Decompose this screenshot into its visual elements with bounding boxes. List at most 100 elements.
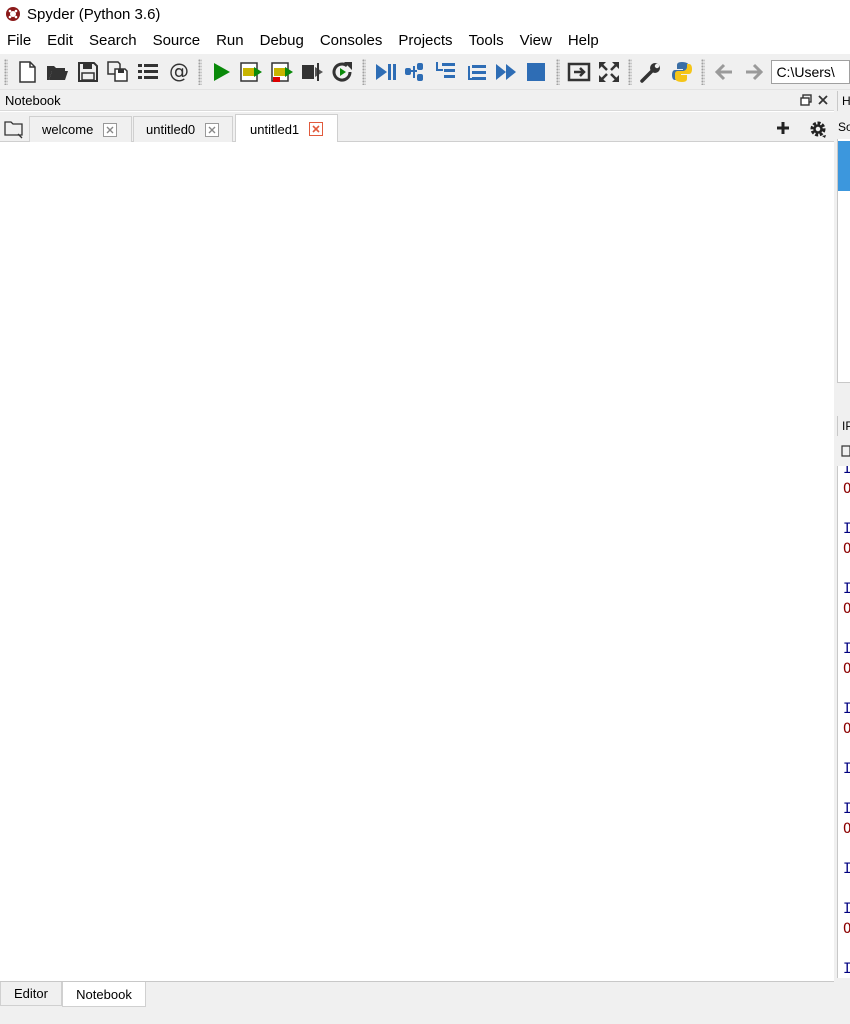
bottom-tab-label: Notebook (76, 986, 132, 1002)
toolbar-grip[interactable] (700, 58, 705, 85)
console-prompt-line: I (843, 960, 850, 978)
menu-run[interactable]: Run (208, 28, 252, 54)
continue-icon (496, 63, 517, 80)
fullscreen-icon (599, 61, 620, 82)
console-output-line: O (843, 920, 850, 938)
run-cell-advance-button[interactable] (267, 57, 297, 87)
browse-tabs-icon[interactable] (3, 119, 25, 139)
menu-projects[interactable]: Projects (390, 28, 460, 54)
toolbar-grip[interactable] (197, 58, 202, 85)
toolbar-grip[interactable] (555, 58, 560, 85)
back-button[interactable] (709, 57, 739, 87)
help-pane-title: H (842, 94, 850, 108)
console-prompt-line: I (843, 466, 850, 478)
tab-untitled1[interactable]: untitled1 (235, 114, 338, 143)
bottom-tab-notebook[interactable]: Notebook (62, 982, 146, 1007)
menu-debug[interactable]: Debug (252, 28, 312, 54)
console-prompt-line: I (843, 640, 850, 658)
fullscreen-button[interactable] (594, 57, 624, 87)
debug-icon (375, 63, 396, 80)
console-browse-icon[interactable] (841, 445, 850, 457)
rerun-icon (332, 61, 353, 81)
console-output-line: O (843, 820, 850, 838)
wrench-icon (640, 62, 661, 83)
toolbar-grip[interactable] (361, 58, 366, 85)
notebook-content-area[interactable] (0, 142, 834, 981)
notebook-pane: Notebook welcome untitled0 untitled1 (0, 91, 834, 981)
toolbar-grip[interactable] (4, 58, 8, 85)
new-file-button[interactable] (12, 57, 42, 87)
close-tab-icon[interactable] (309, 122, 324, 136)
menu-tools[interactable]: Tools (461, 28, 512, 54)
menu-search[interactable]: Search (81, 28, 145, 54)
close-pane-icon[interactable] (817, 94, 829, 106)
run-selection-icon (302, 62, 324, 81)
save-all-icon (107, 60, 128, 82)
stop-debug-button[interactable] (521, 57, 551, 87)
open-file-button[interactable] (42, 57, 72, 87)
save-file-button[interactable] (73, 57, 103, 87)
console-pane-header: IP (837, 416, 850, 436)
menu-source[interactable]: Source (145, 28, 209, 54)
undock-icon[interactable] (800, 94, 812, 106)
list-icon (138, 63, 159, 79)
close-tab-icon[interactable] (205, 122, 220, 137)
file-list-button[interactable] (133, 57, 163, 87)
menu-help[interactable]: Help (560, 28, 607, 54)
close-tab-icon[interactable] (103, 122, 118, 137)
continue-button[interactable] (491, 57, 521, 87)
console-prompt-line: I (843, 760, 850, 778)
toolbar-grip[interactable] (628, 58, 633, 85)
step-button[interactable] (400, 57, 430, 87)
menu-view[interactable]: View (512, 28, 560, 54)
notebook-pane-header: Notebook (0, 91, 834, 111)
maximize-pane-button[interactable] (564, 57, 594, 87)
help-pane-header: H (837, 91, 850, 111)
pythonpath-manager-button[interactable] (666, 57, 696, 87)
console-prompt-line: I (843, 580, 850, 598)
tab-welcome[interactable]: welcome (29, 116, 132, 142)
menu-bar: File Edit Search Source Run Debug Consol… (0, 28, 850, 54)
ipython-console-output[interactable]: I O I O I O I O I O I I O I I O I (837, 466, 850, 978)
help-pane-banner (838, 141, 850, 191)
step-into-button[interactable] (430, 57, 460, 87)
add-tab-icon[interactable] (775, 120, 791, 136)
console-tab-row (837, 443, 850, 463)
menu-file[interactable]: File (0, 28, 39, 54)
menu-edit[interactable]: Edit (39, 28, 81, 54)
step-return-button[interactable] (461, 57, 491, 87)
svg-text:@: @ (169, 60, 189, 83)
debug-button[interactable] (370, 57, 400, 87)
tab-label: untitled0 (146, 122, 196, 137)
run-cell-advance-icon (271, 61, 293, 82)
console-output-line: O (843, 480, 850, 498)
menu-consoles[interactable]: Consoles (312, 28, 391, 54)
preferences-at-button[interactable]: @ (164, 57, 194, 87)
save-all-button[interactable] (103, 57, 133, 87)
step-return-icon (467, 64, 486, 80)
console-prompt-line: I (843, 860, 850, 878)
rerun-button[interactable] (327, 57, 357, 87)
console-prompt-line: I (843, 800, 850, 818)
console-prompt-line: I (843, 700, 850, 718)
at-sign-icon: @ (169, 60, 189, 83)
console-pane-title: IP (842, 419, 850, 433)
help-source-label: So (838, 120, 850, 134)
stop-icon (527, 62, 546, 81)
console-prompt-line: I (843, 900, 850, 918)
bottom-tab-label: Editor (14, 986, 48, 1001)
preferences-button[interactable] (636, 57, 666, 87)
tab-untitled0[interactable]: untitled0 (133, 116, 233, 142)
working-directory-input[interactable]: C:\Users\ (771, 59, 850, 84)
forward-button[interactable] (739, 57, 769, 87)
gear-icon[interactable] (808, 119, 828, 139)
run-selection-button[interactable] (297, 57, 327, 87)
console-output-line: O (843, 600, 850, 618)
console-prompt-line: I (843, 520, 850, 538)
spyder-logo-icon (6, 7, 20, 21)
bottom-tab-editor[interactable]: Editor (0, 982, 62, 1006)
save-icon (77, 61, 98, 82)
run-file-button[interactable] (206, 57, 236, 87)
console-output-line: O (843, 660, 850, 678)
run-cell-button[interactable] (236, 57, 266, 87)
